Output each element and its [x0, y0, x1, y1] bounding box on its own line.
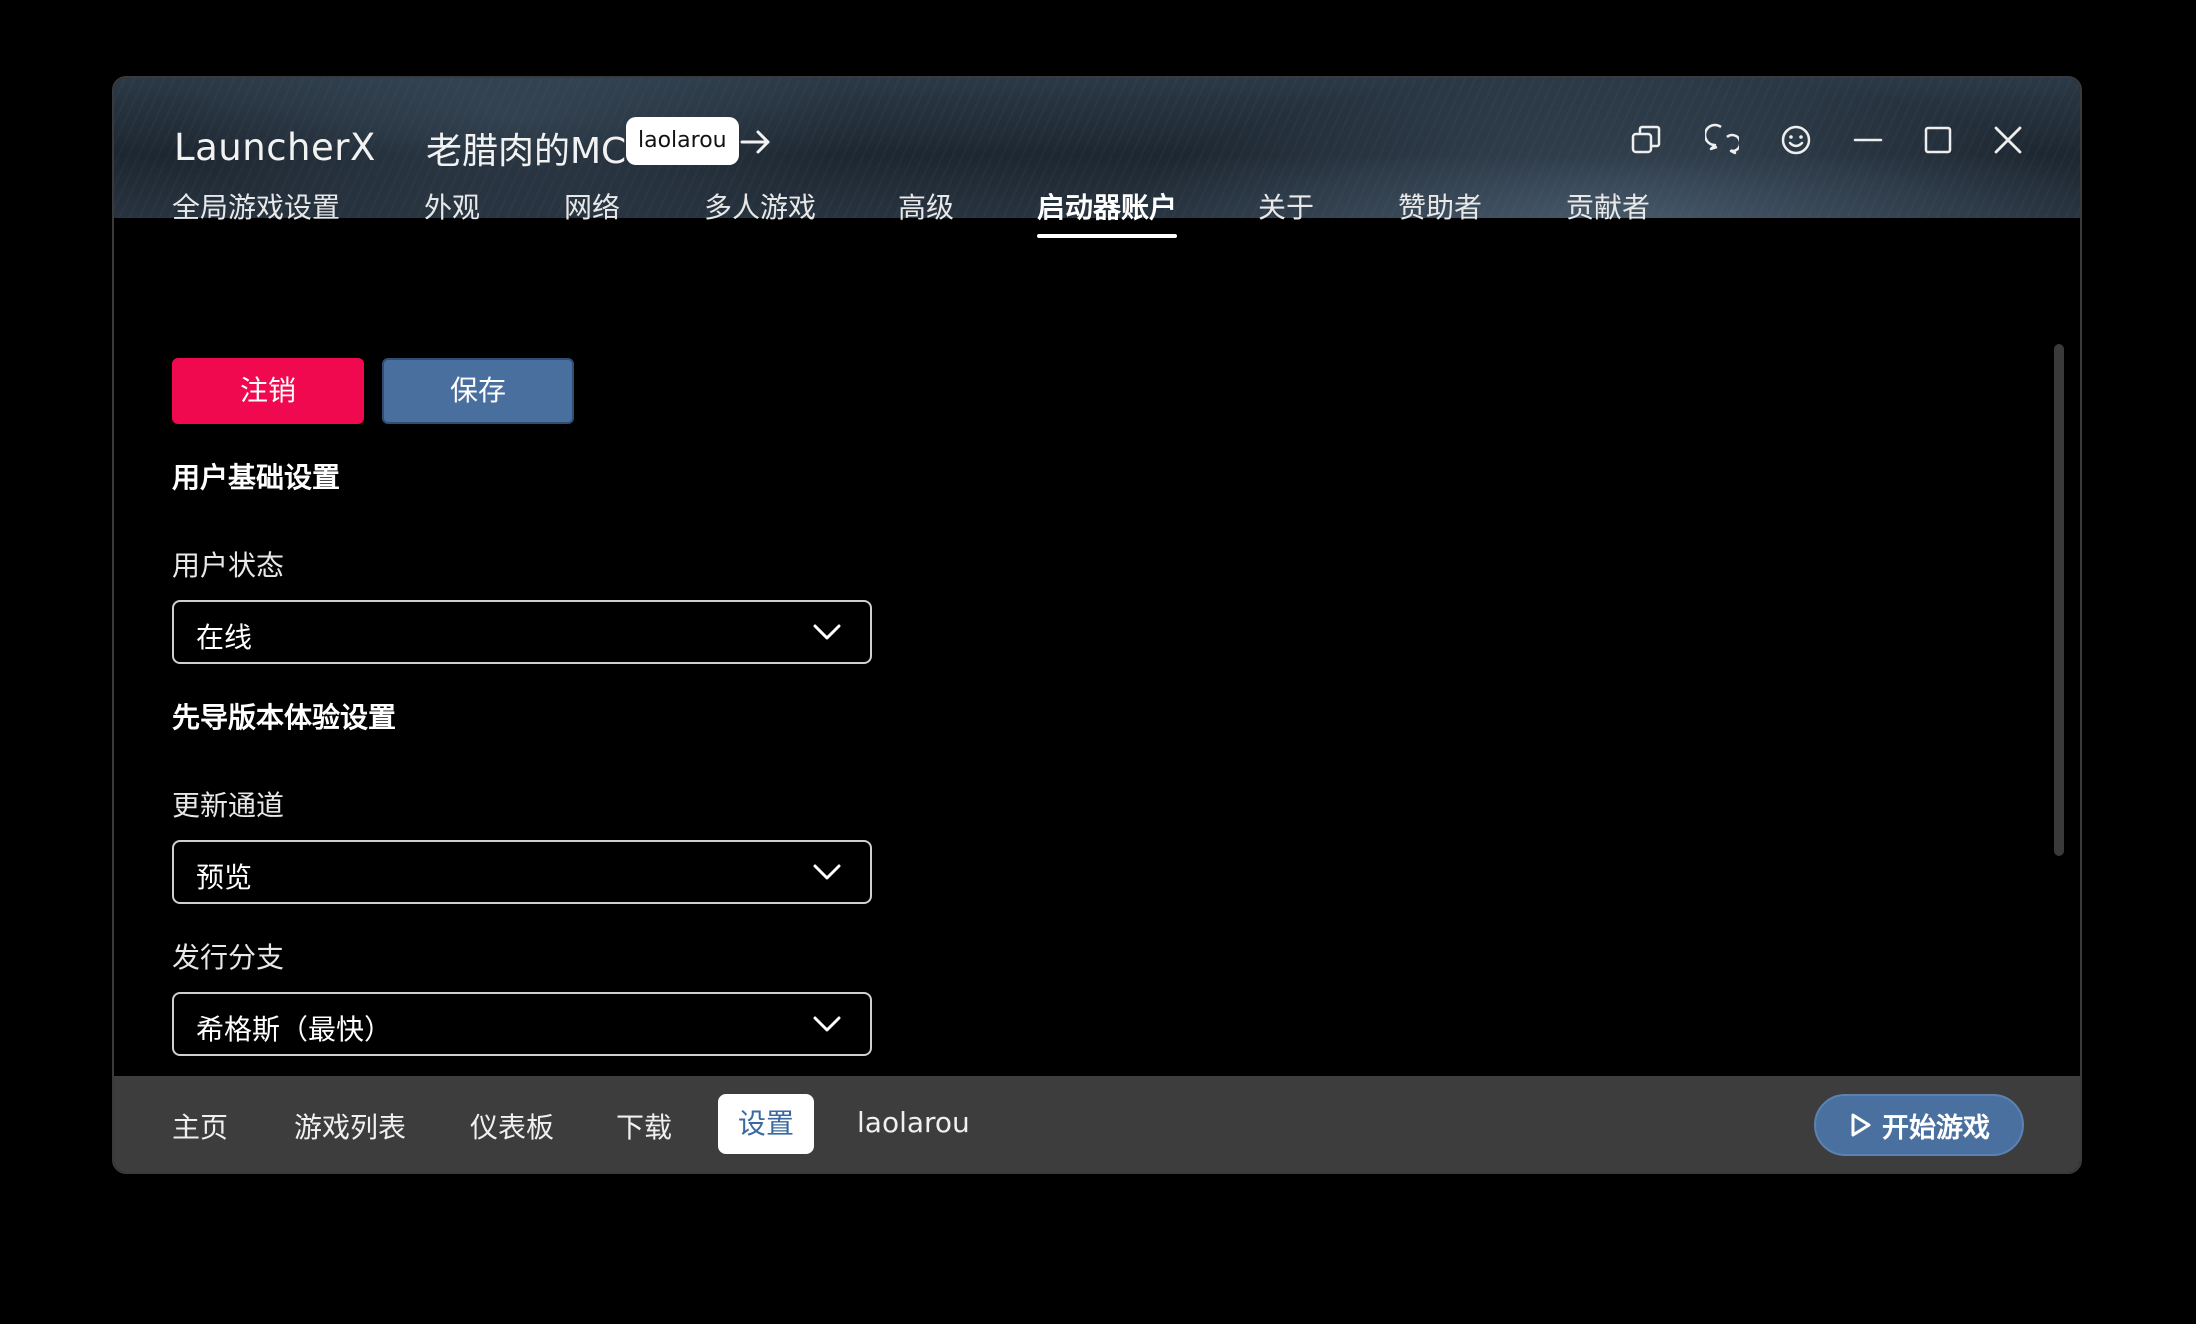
tab-launcher-account[interactable]: 启动器账户 — [1037, 186, 1178, 238]
app-title: LauncherX — [174, 126, 376, 169]
maximize-icon[interactable] — [1916, 118, 1960, 162]
tab-contributors[interactable]: 贡献者 — [1566, 186, 1650, 226]
user-status-value: 在线 — [196, 621, 253, 654]
smile-icon[interactable] — [1774, 118, 1818, 162]
tab-advanced[interactable]: 高级 — [898, 186, 954, 226]
tab-multiplayer[interactable]: 多人游戏 — [704, 186, 816, 226]
section-title-preview: 先导版本体验设置 — [172, 701, 397, 734]
nav-home[interactable]: 主页 — [172, 1106, 228, 1146]
user-status-label: 用户状态 — [172, 549, 285, 582]
content-scrollbar[interactable] — [2054, 344, 2064, 856]
release-branch-select[interactable]: 希格斯（最快） — [172, 992, 872, 1056]
minimize-icon[interactable] — [1846, 118, 1890, 162]
tab-network[interactable]: 网络 — [564, 186, 620, 226]
tab-appearance[interactable]: 外观 — [424, 186, 480, 226]
logout-button[interactable]: 注销 — [172, 358, 364, 424]
release-branch-label: 发行分支 — [172, 941, 285, 974]
nav-dashboard[interactable]: 仪表板 — [470, 1106, 554, 1146]
chevron-down-icon — [813, 624, 841, 640]
nav-settings[interactable]: 设置 — [718, 1094, 815, 1154]
close-icon[interactable] — [1986, 118, 2030, 162]
chat-icon[interactable] — [1700, 118, 1744, 162]
release-branch-value: 希格斯（最快） — [196, 1013, 393, 1046]
update-channel-select[interactable]: 预览 — [172, 840, 872, 904]
chevron-down-icon — [813, 1016, 841, 1032]
update-channel-label: 更新通道 — [172, 789, 285, 822]
nav-game-list[interactable]: 游戏列表 — [294, 1106, 406, 1146]
chevron-down-icon — [813, 864, 841, 880]
nav-download[interactable]: 下载 — [616, 1106, 672, 1146]
arrow-right-icon[interactable] — [736, 122, 776, 162]
account-username[interactable]: laolarou — [857, 1106, 970, 1139]
server-name: 老腊肉的MC — [426, 131, 627, 172]
tab-about[interactable]: 关于 — [1258, 186, 1314, 226]
user-status-select[interactable]: 在线 — [172, 600, 872, 664]
update-channel-value: 预览 — [196, 861, 253, 894]
save-button[interactable]: 保存 — [382, 358, 574, 424]
bottom-nav-bar: 主页 游戏列表 仪表板 下载 设置 laolarou 开始游戏 — [114, 1076, 2080, 1172]
play-button[interactable]: 开始游戏 — [1814, 1094, 2024, 1156]
play-icon — [1851, 1113, 1871, 1137]
tab-global-game-settings[interactable]: 全局游戏设置 — [172, 186, 340, 226]
section-title-user-basic: 用户基础设置 — [172, 461, 341, 494]
play-button-label: 开始游戏 — [1882, 1112, 1990, 1144]
copy-icon[interactable] — [1624, 118, 1668, 162]
launcher-window: LauncherX 老腊肉的MC laolarou 全局游戏设置 外观 网络 多… — [112, 76, 2082, 1174]
tab-sponsors[interactable]: 赞助者 — [1398, 186, 1482, 226]
user-chip[interactable]: laolarou — [626, 117, 739, 165]
